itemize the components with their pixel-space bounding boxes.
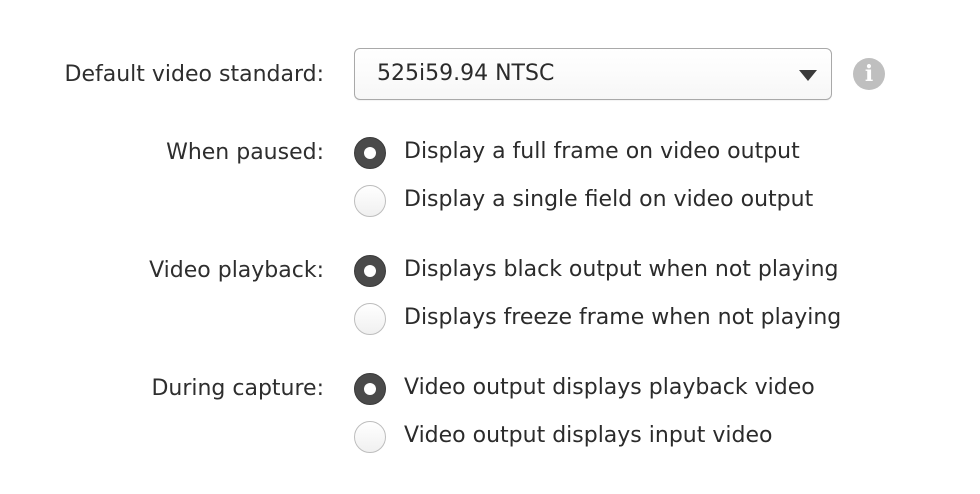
radio-button-unselected[interactable] (354, 303, 386, 335)
chevron-down-icon (799, 70, 817, 81)
radio-button-unselected[interactable] (354, 421, 386, 453)
radio-option-label: Displays black output when not playing (404, 257, 839, 282)
radio-button-selected[interactable] (354, 255, 386, 287)
info-icon[interactable]: i (853, 58, 885, 90)
radio-option-label: Display a full frame on video output (404, 139, 800, 164)
radio-button-selected[interactable] (354, 373, 386, 405)
video-playback-label: Video playback: (149, 258, 324, 283)
radio-button-selected[interactable] (354, 137, 386, 169)
default-video-standard-label: Default video standard: (64, 62, 324, 87)
radio-option-label: Displays freeze frame when not playing (404, 305, 842, 330)
radio-button-unselected[interactable] (354, 185, 386, 217)
when-paused-label: When paused: (166, 140, 324, 165)
radio-option-label: Video output displays playback video (404, 375, 815, 400)
during-capture-label: During capture: (151, 376, 324, 401)
video-standard-selected-value: 525i59.94 NTSC (377, 61, 555, 86)
radio-option-label: Display a single field on video output (404, 187, 814, 212)
video-standard-select[interactable]: 525i59.94 NTSC (354, 48, 832, 100)
radio-option-label: Video output displays input video (404, 423, 773, 448)
